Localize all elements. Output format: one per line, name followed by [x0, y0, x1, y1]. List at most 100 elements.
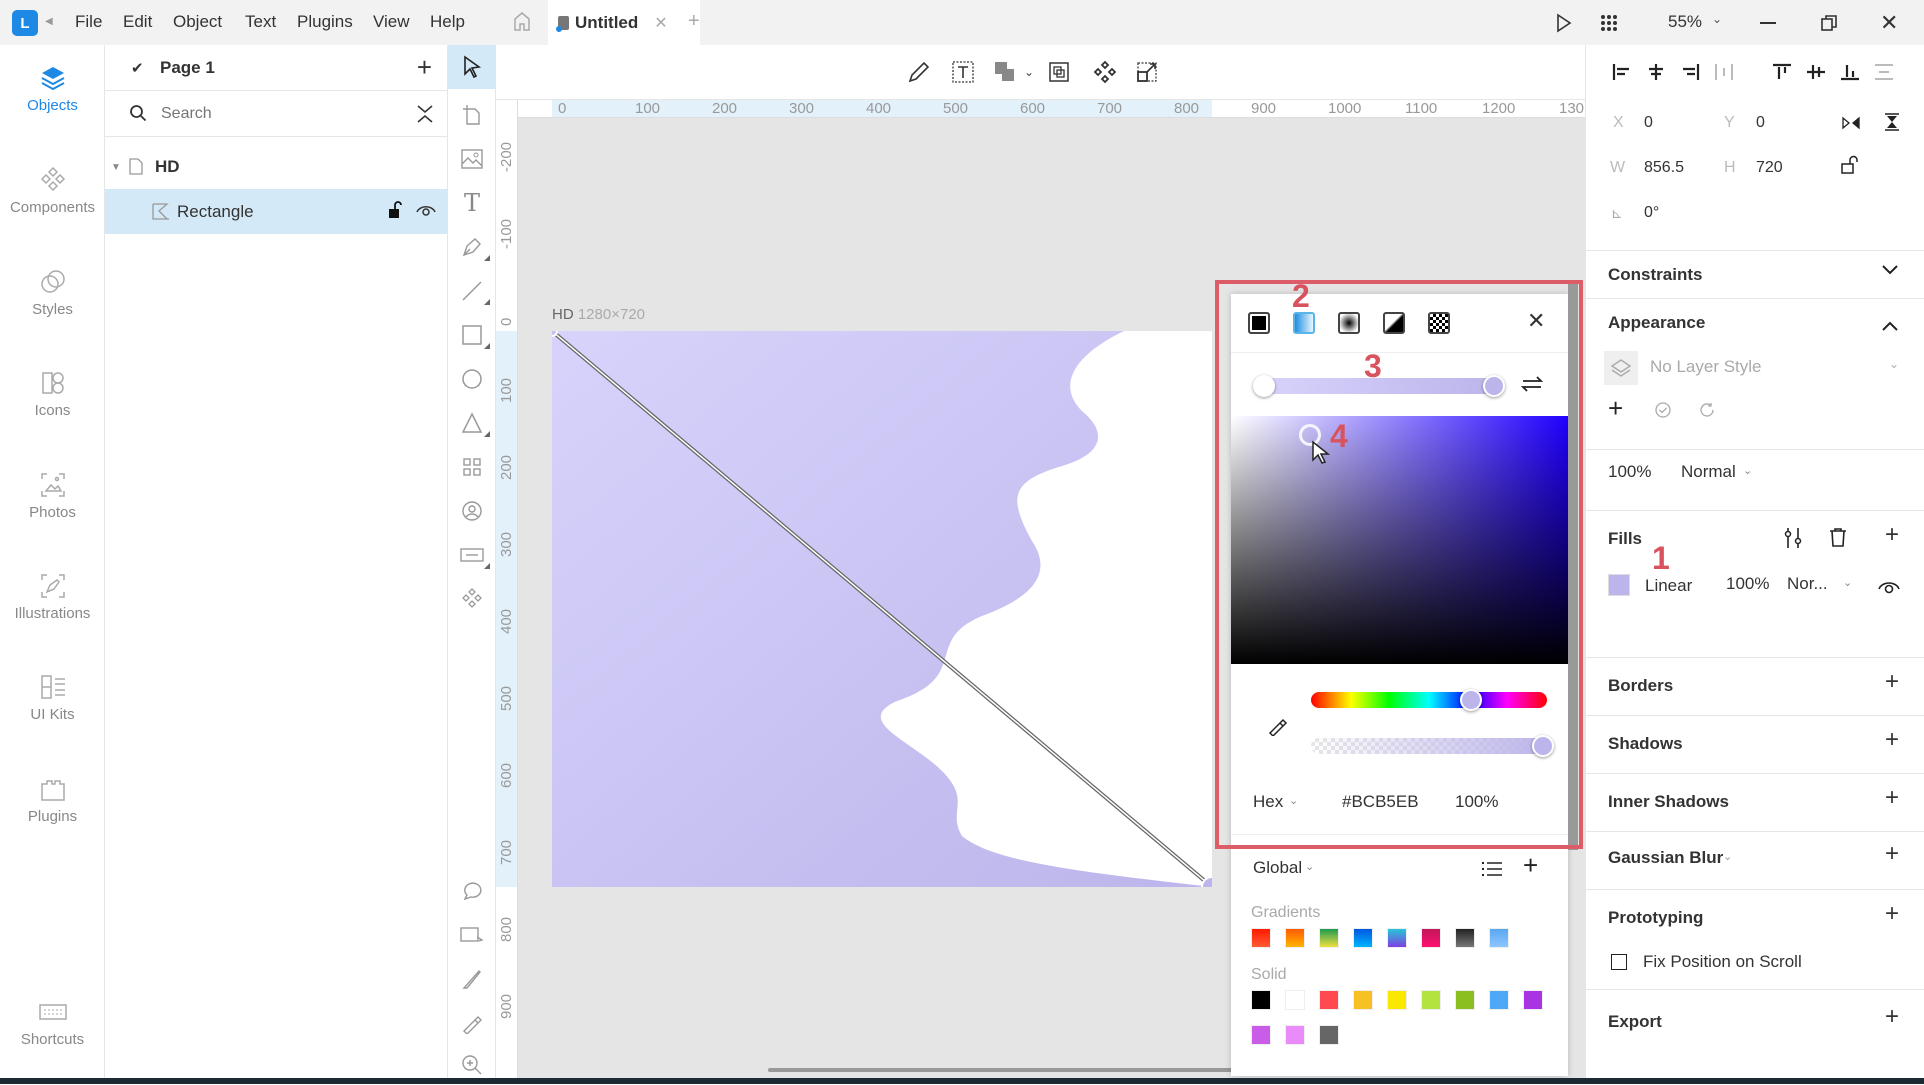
menu-object[interactable]: Object	[173, 12, 222, 32]
fill-settings-icon[interactable]	[1783, 527, 1803, 554]
gradient-swatch[interactable]	[1489, 928, 1509, 948]
nav-objects[interactable]: Objects	[0, 63, 105, 114]
solid-swatch[interactable]	[1319, 1025, 1339, 1045]
create-component-icon[interactable]	[1090, 57, 1120, 87]
collapse-all-icon[interactable]	[416, 103, 434, 130]
alpha-input[interactable]: 100%	[1455, 792, 1498, 812]
eyedropper-icon[interactable]	[1267, 714, 1289, 741]
image-tool[interactable]	[448, 139, 496, 179]
gradient-stop-end[interactable]	[1483, 375, 1505, 397]
restore-icon[interactable]	[1820, 14, 1838, 37]
solid-fill-type[interactable]	[1248, 312, 1270, 334]
apply-style-icon[interactable]	[1654, 401, 1672, 424]
image-fill-type[interactable]	[1428, 312, 1450, 334]
add-fill-icon[interactable]: +	[1885, 521, 1899, 549]
solid-swatch[interactable]	[1353, 990, 1373, 1010]
fill-type-dropdown[interactable]: Linear	[1645, 576, 1692, 596]
boolean-chevron-icon[interactable]: ⌄	[1014, 57, 1044, 87]
solid-swatch[interactable]	[1319, 990, 1339, 1010]
hotspot-tool[interactable]	[448, 915, 496, 955]
nav-plugins[interactable]: Plugins	[0, 774, 105, 825]
layer-style-dropdown[interactable]: No Layer Style	[1650, 357, 1762, 377]
blend-chevron-icon[interactable]: ⌄	[1743, 464, 1752, 477]
gradient-swatch[interactable]	[1285, 928, 1305, 948]
ellipse-tool[interactable]	[448, 359, 496, 399]
color-format-dropdown[interactable]: Hex	[1253, 792, 1283, 812]
blur-chevron-icon[interactable]: ⌄	[1723, 850, 1732, 863]
grid-tool[interactable]	[448, 447, 496, 487]
knife-tool[interactable]	[448, 959, 496, 999]
alpha-slider[interactable]	[1311, 735, 1554, 757]
resize-icon[interactable]	[1132, 57, 1162, 87]
artboard-label[interactable]: HD 1280×720	[552, 306, 645, 323]
solid-swatch[interactable]	[1285, 990, 1305, 1010]
gradient-swatch[interactable]	[1455, 928, 1475, 948]
nav-components[interactable]: Components	[0, 165, 105, 216]
solid-swatch[interactable]	[1523, 990, 1543, 1010]
minimize-icon[interactable]	[1760, 22, 1776, 24]
solid-swatch[interactable]	[1489, 990, 1509, 1010]
grid-menu-icon[interactable]	[1600, 14, 1618, 37]
w-input[interactable]: 856.5	[1644, 159, 1684, 177]
gradient-swatch[interactable]	[1421, 928, 1441, 948]
add-blur-icon[interactable]: +	[1885, 840, 1899, 868]
page-selector[interactable]: ✔ Page 1 +	[105, 45, 448, 91]
add-style-icon[interactable]: +	[1608, 393, 1623, 424]
layer-style-chevron-icon[interactable]: ⌄	[1889, 357, 1899, 371]
menu-view[interactable]: View	[373, 12, 410, 32]
add-prototype-icon[interactable]: +	[1885, 900, 1899, 928]
radial-gradient-type[interactable]	[1338, 312, 1360, 334]
text-box-icon[interactable]	[948, 57, 978, 87]
picker-close-icon[interactable]: ✕	[1527, 308, 1545, 334]
align-top-icon[interactable]	[1770, 63, 1794, 86]
rectangle-tool[interactable]	[448, 315, 496, 355]
solid-swatch[interactable]	[1251, 1025, 1271, 1045]
nav-ui-kits[interactable]: UI Kits	[0, 672, 105, 723]
flip-vertical-icon[interactable]	[1884, 113, 1900, 136]
picker-scrollbar[interactable]	[1568, 280, 1578, 850]
solid-swatch[interactable]	[1251, 990, 1271, 1010]
gradient-swatch[interactable]	[1353, 928, 1373, 948]
blend-mode-dropdown[interactable]: Normal	[1681, 462, 1736, 482]
menu-file[interactable]: File	[75, 12, 102, 32]
gradient-swatch[interactable]	[1251, 928, 1271, 948]
solid-swatch[interactable]	[1455, 990, 1475, 1010]
add-page-icon[interactable]: +	[417, 52, 432, 83]
fill-visibility-icon[interactable]	[1878, 578, 1900, 599]
flip-horizontal-icon[interactable]	[1842, 115, 1860, 136]
align-left-icon[interactable]	[1610, 63, 1634, 86]
add-swatch-icon[interactable]: +	[1523, 850, 1538, 881]
fix-position-checkbox[interactable]	[1611, 954, 1627, 970]
fill-blend-dropdown[interactable]: Nor...	[1787, 574, 1828, 594]
add-export-icon[interactable]: +	[1885, 1003, 1899, 1031]
artboard-hd[interactable]	[552, 331, 1212, 887]
rotation-input[interactable]: 0°	[1644, 204, 1659, 222]
menu-plugins[interactable]: Plugins	[297, 12, 353, 32]
triangle-tool[interactable]	[448, 403, 496, 443]
h-input[interactable]: 720	[1756, 159, 1783, 177]
solid-swatch[interactable]	[1387, 990, 1407, 1010]
linear-gradient-type[interactable]	[1293, 312, 1315, 334]
zoom-chevron-icon[interactable]: ⌄	[1712, 12, 1722, 26]
hue-slider[interactable]	[1311, 689, 1547, 711]
fill-color-swatch[interactable]	[1608, 574, 1630, 596]
vertical-ruler[interactable]: -200 -100 0 100 200 300 400 500 600 700 800 900	[496, 100, 518, 1078]
horizontal-ruler[interactable]: 0 100 200 300 400 500 600 700 800 900 1000 1100 1200…	[518, 100, 1585, 118]
expand-triangle-icon[interactable]: ▼	[111, 162, 121, 173]
unlock-icon[interactable]	[388, 201, 402, 224]
solid-swatch[interactable]	[1421, 990, 1441, 1010]
input-tool[interactable]	[448, 535, 496, 575]
gradient-swatch[interactable]	[1387, 928, 1407, 948]
menu-text[interactable]: Text	[245, 12, 276, 32]
gradient-stop-start[interactable]	[1253, 375, 1275, 397]
add-shadow-icon[interactable]: +	[1885, 726, 1899, 754]
hue-handle[interactable]	[1460, 689, 1483, 711]
saturation-value-field[interactable]	[1231, 416, 1568, 664]
constraints-expand-icon[interactable]	[1881, 259, 1899, 282]
nav-photos[interactable]: Photos	[0, 470, 105, 521]
align-center-h-icon[interactable]	[1644, 63, 1668, 86]
window-close-icon[interactable]: ✕	[1880, 10, 1898, 36]
nav-styles[interactable]: Styles	[0, 267, 105, 318]
swap-stops-icon[interactable]	[1519, 373, 1545, 400]
component-tool[interactable]	[448, 579, 496, 619]
